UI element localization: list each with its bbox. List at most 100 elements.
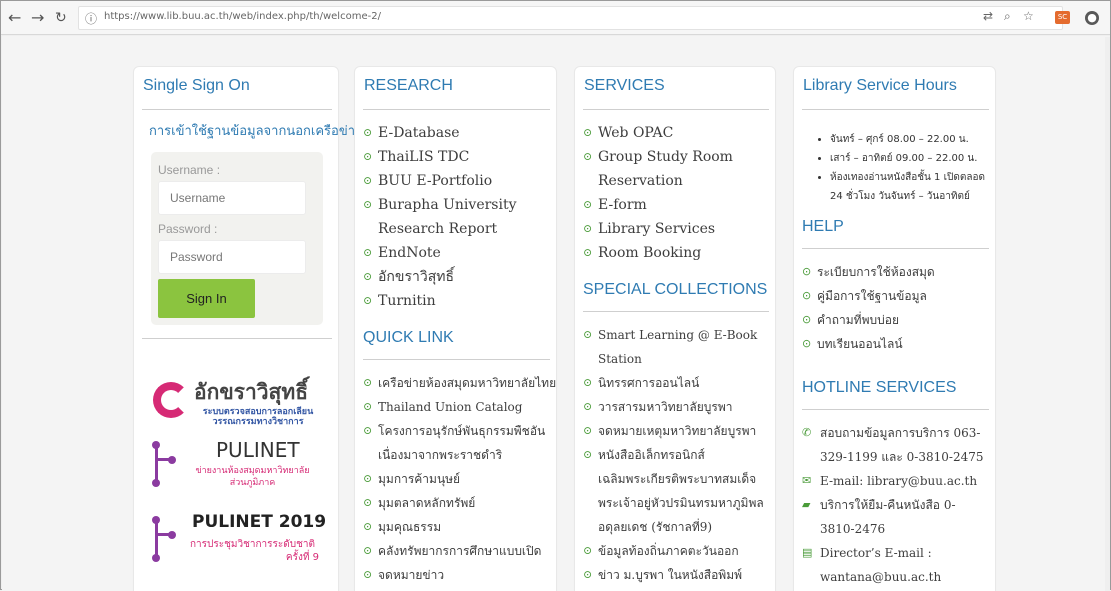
- pulinet-2019-name: PULINET 2019: [192, 512, 327, 532]
- circle-arrow-icon: ⊙: [802, 313, 812, 326]
- password-input[interactable]: [158, 240, 306, 274]
- external-access-link[interactable]: การเข้าใช้ฐานข้อมูลจากนอกเครือข่าย: [149, 120, 363, 141]
- circle-arrow-icon: ⊙: [802, 337, 812, 350]
- special-collections-list: ⊙ Smart Learning @ E-Book Station ⊙ นิทรรศ…: [583, 323, 771, 587]
- pulinet-2019-logo-icon: [150, 512, 178, 569]
- browser-toolbar: ← → ↻ ⓘ https://www.lib.buu.ac.th/web/in…: [1, 1, 1110, 35]
- circle-arrow-icon: ⊙: [583, 246, 593, 259]
- card-icon: ▤: [802, 546, 813, 559]
- help-item[interactable]: ⊙ บทเรียนออนไลน์: [802, 332, 990, 356]
- research-item[interactable]: ⊙ Turnitin: [363, 289, 551, 313]
- pulinet-subtitle-2: ส่วนภูมิภาค: [229, 478, 276, 488]
- circle-arrow-icon: ⊙: [363, 544, 373, 557]
- circle-arrow-icon: ⊙: [583, 544, 593, 557]
- logo-divider: [142, 338, 332, 339]
- circle-arrow-icon: ⊙: [583, 328, 593, 341]
- special-collection-item[interactable]: ⊙ จดหมายเหตุมหาวิทยาลัยบูรพา: [583, 419, 771, 443]
- forward-arrow-icon[interactable]: →: [31, 9, 44, 27]
- quick-link-item[interactable]: ⊙ มุมคุณธรรม: [363, 515, 551, 539]
- research-item[interactable]: ⊙ Burapha University Research Report: [363, 193, 551, 241]
- research-item[interactable]: ⊙ E-Database: [363, 121, 551, 145]
- research-item[interactable]: ⊙ BUU E-Portfolio: [363, 169, 551, 193]
- circle-arrow-icon: ⊙: [583, 126, 593, 139]
- url-text: https://www.lib.buu.ac.th/web/index.php/…: [104, 11, 381, 22]
- circle-arrow-icon: ⊙: [363, 198, 373, 211]
- username-input[interactable]: [158, 181, 306, 215]
- service-item[interactable]: ⊙ Web OPAC: [583, 121, 771, 145]
- sign-in-button[interactable]: Sign In: [158, 279, 255, 318]
- zoom-icon[interactable]: ⌕: [1004, 8, 1011, 24]
- username-label: Username :: [158, 163, 221, 177]
- special-collection-item[interactable]: ⊙ ข่าว ม.บูรพา ในหนังสือพิมพ์: [583, 563, 771, 587]
- circle-arrow-icon: ⊙: [363, 472, 373, 485]
- hours-item: จันทร์ – ศุกร์ 08.00 – 22.00 น.: [830, 130, 995, 149]
- circle-arrow-icon: ⊙: [583, 222, 593, 235]
- quick-link-item[interactable]: ⊙ มุมการค้ามนุษย์: [363, 467, 551, 491]
- service-item[interactable]: ⊙ Library Services: [583, 217, 771, 241]
- special-collection-item[interactable]: ⊙ วารสารมหาวิทยาลัยบูรพา: [583, 395, 771, 419]
- sso-divider: [142, 109, 332, 110]
- help-item[interactable]: ⊙ คู่มือการใช้ฐานข้อมูล: [802, 284, 990, 308]
- circle-arrow-icon: ⊙: [363, 294, 373, 307]
- research-title: RESEARCH: [364, 77, 453, 94]
- extension-icon[interactable]: SC: [1055, 11, 1070, 24]
- services-list: ⊙ Web OPAC ⊙ Group Study Room Reservation …: [583, 121, 771, 265]
- quick-link-item[interactable]: ⊙ จดหมายข่าว: [363, 563, 551, 587]
- login-form: Username : Password : Sign In: [151, 152, 323, 325]
- circle-arrow-icon: ⊙: [363, 520, 373, 533]
- akarawisut-logo-icon: [153, 382, 189, 418]
- special-collection-item[interactable]: ⊙ Smart Learning @ E-Book Station: [583, 323, 771, 371]
- hours-card: Library Service Hours จันทร์ – ศุกร์ 08.…: [793, 66, 996, 591]
- star-icon[interactable]: ☆: [1023, 8, 1034, 24]
- address-bar[interactable]: ⓘ https://www.lib.buu.ac.th/web/index.ph…: [78, 6, 1063, 30]
- hotline-item[interactable]: ✉ E-mail: library@buu.ac.th: [802, 469, 990, 493]
- quick-link-item[interactable]: ⊙ Thailand Union Catalog: [363, 395, 551, 419]
- pulinet-2019-logo[interactable]: PULINET 2019 การประชุมวิชาการระดับชาติ ค…: [150, 512, 326, 572]
- pulinet-logo[interactable]: PULINET ข่ายงานห้องสมุดมหาวิทยาลัย ส่วนภ…: [150, 437, 320, 497]
- sso-card: Single Sign On การเข้าใช้ฐานข้อมูลจากนอก…: [133, 66, 363, 591]
- special-collection-item[interactable]: ⊙ นิทรรศการออนไลน์: [583, 371, 771, 395]
- circle-arrow-icon: ⊙: [583, 424, 593, 437]
- translate-icon[interactable]: ⇄: [983, 8, 993, 24]
- back-arrow-icon[interactable]: ←: [8, 9, 21, 27]
- profile-icon[interactable]: ●: [1085, 11, 1099, 25]
- quick-link-item[interactable]: ⊙ มุมตลาดหลักทรัพย์: [363, 491, 551, 515]
- research-list: ⊙ E-Database ⊙ ThaiLIS TDC ⊙ BUU E-Portfoli…: [363, 121, 551, 313]
- quick-link-item[interactable]: ⊙ โครงการอนุรักษ์พันธุกรรมพืชอัน เนื่องมา…: [363, 419, 551, 467]
- service-item[interactable]: ⊙ E-form: [583, 193, 771, 217]
- book-icon: ▰: [802, 498, 811, 511]
- mail-icon: ✉: [802, 474, 812, 487]
- circle-arrow-icon: ⊙: [363, 400, 373, 413]
- sso-title: Single Sign On: [143, 77, 250, 94]
- service-item[interactable]: ⊙ Group Study Room Reservation: [583, 145, 771, 193]
- hotline-item[interactable]: ▤ Director’s E-mail : wantana@buu.ac.th: [802, 541, 990, 589]
- help-item[interactable]: ⊙ คำถามที่พบบ่อย: [802, 308, 990, 332]
- hotline-title: HOTLINE SERVICES: [802, 379, 957, 396]
- service-item[interactable]: ⊙ Room Booking: [583, 241, 771, 265]
- hotline-item[interactable]: ▰ บริการให้ยืม-คืนหนังสือ 0-3810-2476: [802, 493, 990, 541]
- quick-link-item[interactable]: ⊙ เครือข่ายห้องสมุดมหาวิทยาลัยไทย: [363, 371, 556, 395]
- page-content: Single Sign On การเข้าใช้ฐานข้อมูลจากนอก…: [2, 36, 1110, 591]
- circle-arrow-icon: ⊙: [583, 448, 593, 461]
- research-item[interactable]: ⊙ อักขราวิสุทธิ์: [363, 265, 551, 289]
- hours-title: Library Service Hours: [803, 77, 957, 94]
- research-item[interactable]: ⊙ ThaiLIS TDC: [363, 145, 551, 169]
- circle-arrow-icon: ⊙: [363, 126, 373, 139]
- hours-item: ห้องเทองอ่านหนังสือชั้น 1 เปิดตลอด 24 ชั…: [830, 168, 995, 206]
- circle-arrow-icon: ⊙: [363, 150, 373, 163]
- circle-arrow-icon: ⊙: [583, 400, 593, 413]
- hotline-item[interactable]: ✆ สอบถามข้อมูลการบริการ 063-329-1199 และ …: [802, 421, 990, 469]
- info-icon: ⓘ: [85, 12, 98, 26]
- vertical-scrollbar[interactable]: [1105, 37, 1110, 591]
- akarawisut-logo[interactable]: อักขราวิสุทธิ์ ระบบตรวจสอบการลอกเลียน วร…: [150, 373, 320, 433]
- quick-link-item[interactable]: ⊙ คลังทรัพยากรการศึกษาแบบเปิด: [363, 539, 551, 563]
- circle-arrow-icon: ⊙: [363, 376, 373, 389]
- help-item[interactable]: ⊙ ระเบียบการใช้ห้องสมุด: [802, 260, 990, 284]
- special-collection-item[interactable]: ⊙ หนังสืออิเล็กทรอนิกส์ เฉลิมพระเกียรติพร…: [583, 443, 771, 539]
- help-title: HELP: [802, 218, 844, 235]
- circle-arrow-icon: ⊙: [802, 289, 812, 302]
- special-collection-item[interactable]: ⊙ ข้อมูลท้องถิ่นภาคตะวันออก: [583, 539, 771, 563]
- research-item[interactable]: ⊙ EndNote: [363, 241, 551, 265]
- circle-arrow-icon: ⊙: [583, 376, 593, 389]
- reload-icon[interactable]: ↻: [55, 9, 67, 27]
